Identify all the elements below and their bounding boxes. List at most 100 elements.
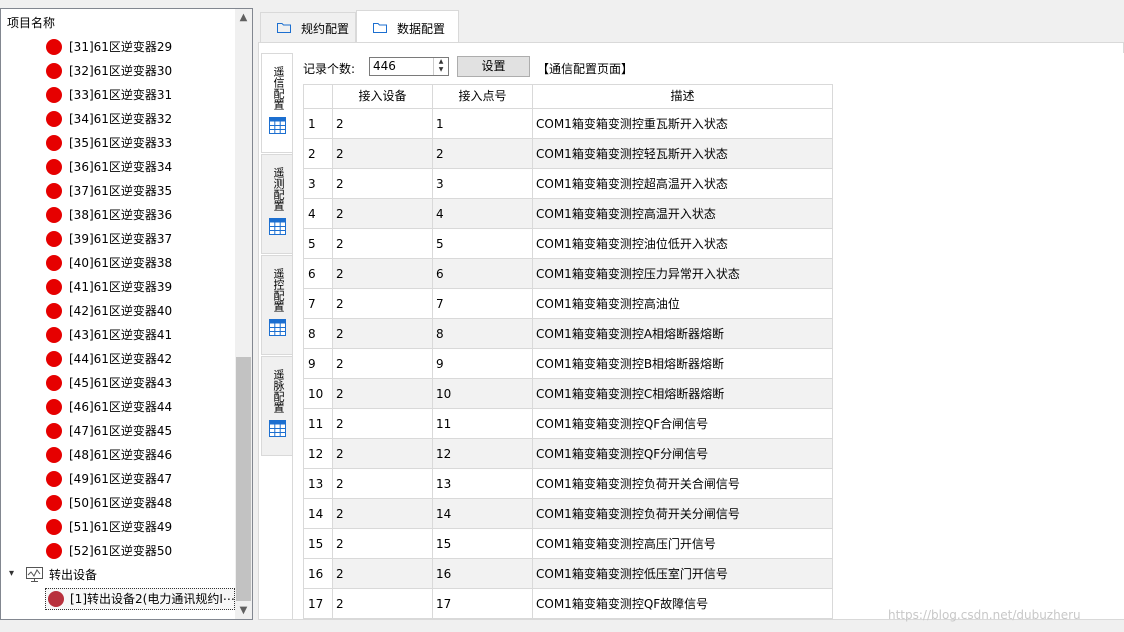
tree-item[interactable]: [49]61区逆变器47: [1, 467, 235, 491]
tree-item[interactable]: [34]61区逆变器32: [1, 107, 235, 131]
tree-item[interactable]: [33]61区逆变器31: [1, 83, 235, 107]
chevron-down-icon[interactable]: ▾: [9, 568, 14, 579]
cell-description[interactable]: COM1箱变箱变测控高温开入状态: [533, 199, 833, 229]
cell-point[interactable]: 2: [433, 139, 533, 169]
cell-device[interactable]: 2: [333, 589, 433, 619]
cell-description[interactable]: COM1箱变箱变测控负荷开关分闸信号: [533, 499, 833, 529]
cell-description[interactable]: COM1箱变箱变测控负荷开关合闸信号: [533, 469, 833, 499]
tree-item[interactable]: [41]61区逆变器39: [1, 275, 235, 299]
scroll-thumb[interactable]: [236, 357, 251, 601]
cell-point[interactable]: 3: [433, 169, 533, 199]
cell-description[interactable]: COM1箱变箱变测控QF合闸信号: [533, 409, 833, 439]
cell-device[interactable]: 2: [333, 259, 433, 289]
cell-device[interactable]: 2: [333, 529, 433, 559]
tree-item[interactable]: [44]61区逆变器42: [1, 347, 235, 371]
cell-device[interactable]: 2: [333, 139, 433, 169]
cell-device[interactable]: 2: [333, 109, 433, 139]
tree-item[interactable]: [39]61区逆变器37: [1, 227, 235, 251]
table-row[interactable]: 6 2 6 COM1箱变箱变测控压力异常开入状态: [304, 259, 833, 289]
spin-buttons[interactable]: ▲ ▼: [433, 58, 448, 75]
tree-scrollbar[interactable]: ▲ ▼: [235, 9, 252, 619]
cell-description[interactable]: COM1箱变箱变测控A相熔断器熔断: [533, 319, 833, 349]
cell-description[interactable]: COM1箱变箱变测控高压门开信号: [533, 529, 833, 559]
scroll-up-icon[interactable]: ▲: [235, 9, 252, 26]
header-description[interactable]: 描述: [533, 85, 833, 109]
tree-item[interactable]: [37]61区逆变器35: [1, 179, 235, 203]
cell-point[interactable]: 17: [433, 589, 533, 619]
vtab-2[interactable]: 遥控配置: [261, 255, 293, 355]
vtab-3[interactable]: 遥脉配置: [261, 356, 293, 456]
table-row[interactable]: 7 2 7 COM1箱变箱变测控高油位: [304, 289, 833, 319]
header-device[interactable]: 接入设备: [333, 85, 433, 109]
cell-device[interactable]: 2: [333, 169, 433, 199]
cell-device[interactable]: 2: [333, 199, 433, 229]
tree-item[interactable]: [51]61区逆变器49: [1, 515, 235, 539]
cell-device[interactable]: 2: [333, 409, 433, 439]
table-row[interactable]: 17 2 17 COM1箱变箱变测控QF故障信号: [304, 589, 833, 619]
table-row[interactable]: 8 2 8 COM1箱变箱变测控A相熔断器熔断: [304, 319, 833, 349]
table-row[interactable]: 16 2 16 COM1箱变箱变测控低压室门开信号: [304, 559, 833, 589]
tree-item[interactable]: [32]61区逆变器30: [1, 59, 235, 83]
vtab-0[interactable]: 遥信配置: [261, 53, 293, 153]
tree-item[interactable]: [50]61区逆变器48: [1, 491, 235, 515]
cell-point[interactable]: 12: [433, 439, 533, 469]
tree-item[interactable]: [42]61区逆变器40: [1, 299, 235, 323]
table-row[interactable]: 15 2 15 COM1箱变箱变测控高压门开信号: [304, 529, 833, 559]
table-row[interactable]: 3 2 3 COM1箱变箱变测控超高温开入状态: [304, 169, 833, 199]
tree-item[interactable]: [38]61区逆变器36: [1, 203, 235, 227]
cell-description[interactable]: COM1箱变箱变测控超高温开入状态: [533, 169, 833, 199]
spin-up-icon[interactable]: ▲: [434, 58, 448, 66]
cell-point[interactable]: 11: [433, 409, 533, 439]
cell-description[interactable]: COM1箱变箱变测控高油位: [533, 289, 833, 319]
scroll-down-icon[interactable]: ▼: [235, 602, 252, 619]
cell-description[interactable]: COM1箱变箱变测控低压室门开信号: [533, 559, 833, 589]
tree-item[interactable]: [52]61区逆变器50: [1, 539, 235, 563]
cell-device[interactable]: 2: [333, 379, 433, 409]
table-row[interactable]: 1 2 1 COM1箱变箱变测控重瓦斯开入状态: [304, 109, 833, 139]
cell-point[interactable]: 6: [433, 259, 533, 289]
cell-device[interactable]: 2: [333, 559, 433, 589]
table-row[interactable]: 11 2 11 COM1箱变箱变测控QF合闸信号: [304, 409, 833, 439]
table-row[interactable]: 4 2 4 COM1箱变箱变测控高温开入状态: [304, 199, 833, 229]
table-row[interactable]: 14 2 14 COM1箱变箱变测控负荷开关分闸信号: [304, 499, 833, 529]
cell-device[interactable]: 2: [333, 229, 433, 259]
cell-description[interactable]: COM1箱变箱变测控C相熔断器熔断: [533, 379, 833, 409]
cell-point[interactable]: 4: [433, 199, 533, 229]
cell-point[interactable]: 1: [433, 109, 533, 139]
table-row[interactable]: 5 2 5 COM1箱变箱变测控油位低开入状态: [304, 229, 833, 259]
project-tree[interactable]: 项目名称 [31]61区逆变器29 [32]61区逆变器30 [33]61区逆变器3…: [0, 8, 253, 620]
tree-item-selected[interactable]: [1]转出设备2(电力通讯规约I⋯: [45, 588, 235, 610]
tree-item[interactable]: [36]61区逆变器34: [1, 155, 235, 179]
table-row[interactable]: 12 2 12 COM1箱变箱变测控QF分闸信号: [304, 439, 833, 469]
tree-item[interactable]: [45]61区逆变器43: [1, 371, 235, 395]
tree-item[interactable]: [47]61区逆变器45: [1, 419, 235, 443]
table-row[interactable]: 2 2 2 COM1箱变箱变测控轻瓦斯开入状态: [304, 139, 833, 169]
cell-device[interactable]: 2: [333, 319, 433, 349]
tree-item[interactable]: [31]61区逆变器29: [1, 35, 235, 59]
table-row[interactable]: 9 2 9 COM1箱变箱变测控B相熔断器熔断: [304, 349, 833, 379]
tree-item[interactable]: [40]61区逆变器38: [1, 251, 235, 275]
cell-point[interactable]: 8: [433, 319, 533, 349]
cell-device[interactable]: 2: [333, 289, 433, 319]
tree-item[interactable]: [46]61区逆变器44: [1, 395, 235, 419]
cell-point[interactable]: 5: [433, 229, 533, 259]
cell-point[interactable]: 14: [433, 499, 533, 529]
header-point[interactable]: 接入点号: [433, 85, 533, 109]
table-row[interactable]: 10 2 10 COM1箱变箱变测控C相熔断器熔断: [304, 379, 833, 409]
tree-item[interactable]: [35]61区逆变器33: [1, 131, 235, 155]
cell-device[interactable]: 2: [333, 439, 433, 469]
tree-item[interactable]: [43]61区逆变器41: [1, 323, 235, 347]
cell-point[interactable]: 7: [433, 289, 533, 319]
cell-description[interactable]: COM1箱变箱变测控QF故障信号: [533, 589, 833, 619]
vtab-1[interactable]: 遥测配置: [261, 154, 293, 254]
table-row[interactable]: 13 2 13 COM1箱变箱变测控负荷开关合闸信号: [304, 469, 833, 499]
tree-item[interactable]: [48]61区逆变器46: [1, 443, 235, 467]
cell-point[interactable]: 15: [433, 529, 533, 559]
cell-device[interactable]: 2: [333, 349, 433, 379]
cell-point[interactable]: 9: [433, 349, 533, 379]
cell-point[interactable]: 13: [433, 469, 533, 499]
tree-group-output-devices[interactable]: ▾ 转出设备: [1, 563, 235, 587]
tab-protocol-config[interactable]: 规约配置: [260, 12, 356, 42]
cell-description[interactable]: COM1箱变箱变测控油位低开入状态: [533, 229, 833, 259]
cell-point[interactable]: 10: [433, 379, 533, 409]
